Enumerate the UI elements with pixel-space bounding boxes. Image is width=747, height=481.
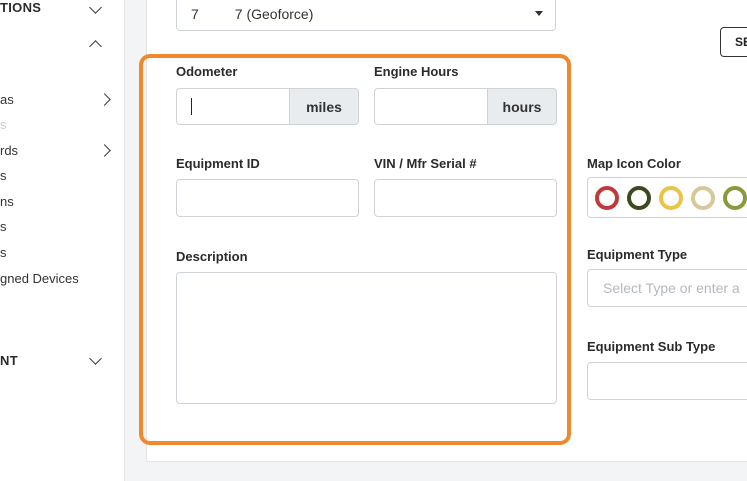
engine-hours-input[interactable] xyxy=(374,88,487,125)
sidebar-item-alerts[interactable]: s xyxy=(0,168,7,183)
redacted-mask xyxy=(198,8,235,23)
sidebar-item-label: s xyxy=(0,117,7,132)
sidebar-item-unassigned-devices[interactable]: gned Devices xyxy=(0,271,79,286)
sidebar-section-management[interactable]: NT xyxy=(0,353,18,368)
description-textarea[interactable] xyxy=(176,272,557,404)
vin-input[interactable] xyxy=(374,179,557,217)
sidebar-item-label: gned Devices xyxy=(0,271,79,286)
color-swatch-olive[interactable] xyxy=(723,186,747,210)
equipment-select-suffix: 7 (Geoforce) xyxy=(234,6,314,22)
engine-hours-unit: hours xyxy=(487,88,557,125)
equipment-type-placeholder: Select Type or enter a xyxy=(603,280,740,296)
equipment-select-prefix: 7 xyxy=(191,6,199,22)
vin-label: VIN / Mfr Serial # xyxy=(374,156,477,171)
odometer-input-group: miles xyxy=(176,88,359,125)
engine-hours-label: Engine Hours xyxy=(374,64,459,79)
caret-down-icon xyxy=(535,11,543,16)
sidebar-item-reports[interactable]: s xyxy=(0,219,7,234)
se-button-label: SE xyxy=(735,35,747,49)
equipment-sub-type-label: Equipment Sub Type xyxy=(587,339,716,354)
description-label: Description xyxy=(176,249,248,264)
equipment-sub-type-input[interactable] xyxy=(587,362,747,400)
odometer-unit: miles xyxy=(289,88,359,125)
chevron-up-icon[interactable] xyxy=(89,40,102,53)
se-button[interactable]: SE xyxy=(720,27,747,57)
sidebar-item-selected[interactable]: s xyxy=(0,117,7,132)
equipment-id-input[interactable] xyxy=(176,179,359,217)
equipment-select-value: 7 7 (Geoforce) xyxy=(191,6,314,23)
odometer-label: Odometer xyxy=(176,64,238,79)
equipment-type-label: Equipment Type xyxy=(587,247,688,262)
map-icon-color-label: Map Icon Color xyxy=(587,156,681,171)
color-swatch-tan[interactable] xyxy=(691,186,715,210)
sidebar-item-locations[interactable]: ns xyxy=(0,194,14,209)
chevron-down-icon[interactable] xyxy=(89,1,102,14)
color-swatch-yellow[interactable] xyxy=(659,186,683,210)
chevron-right-icon[interactable] xyxy=(98,144,111,157)
equipment-type-select[interactable]: Select Type or enter a xyxy=(587,269,747,307)
sidebar-item-label: s xyxy=(0,245,7,260)
color-swatch-red[interactable] xyxy=(595,186,619,210)
equipment-id-label: Equipment ID xyxy=(176,156,260,171)
chevron-down-icon[interactable] xyxy=(89,352,102,365)
odometer-input[interactable] xyxy=(176,88,289,125)
sidebar-item-dashboards[interactable]: rds xyxy=(0,143,18,158)
chevron-right-icon[interactable] xyxy=(98,93,111,106)
text-cursor xyxy=(191,98,192,115)
sidebar: TIONS as s rds s ns s s gned Devices NT xyxy=(0,0,125,481)
sidebar-section-label: NT xyxy=(0,353,18,368)
sidebar-item-users[interactable]: s xyxy=(0,245,7,260)
sidebar-section-operations[interactable]: TIONS xyxy=(0,0,41,15)
sidebar-item-label: s xyxy=(0,168,7,183)
sidebar-section-label: TIONS xyxy=(0,0,42,15)
sidebar-item-label: rds xyxy=(0,143,19,158)
sidebar-item-label: as xyxy=(0,92,14,107)
sidebar-item-label: s xyxy=(0,219,7,234)
color-swatch-dark-olive[interactable] xyxy=(627,186,651,210)
sidebar-item-areas[interactable]: as xyxy=(0,92,14,107)
engine-hours-input-group: hours xyxy=(374,88,557,125)
equipment-select[interactable]: 7 7 (Geoforce) xyxy=(176,0,556,31)
sidebar-item-label: ns xyxy=(0,194,14,209)
